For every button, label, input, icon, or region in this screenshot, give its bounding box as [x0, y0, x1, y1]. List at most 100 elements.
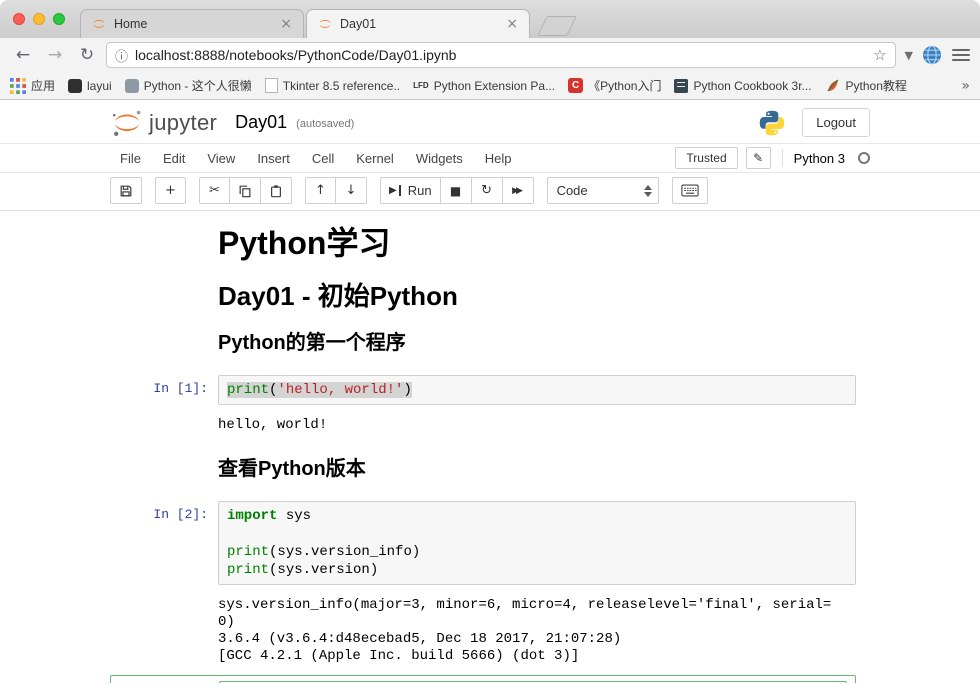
- cell-prompt: [110, 282, 218, 318]
- menu-edit[interactable]: Edit: [152, 151, 196, 166]
- keyboard-icon: [681, 184, 699, 197]
- jupyter-logo-text[interactable]: jupyter: [149, 110, 217, 136]
- window-zoom-button[interactable]: [53, 13, 65, 25]
- pencil-icon[interactable]: ✎: [746, 147, 771, 169]
- output-text: sys.version_info(major=3, minor=6, micro…: [218, 593, 836, 665]
- tab-title: Home: [114, 17, 277, 31]
- bookmark-python-blog[interactable]: Python - 这个人很懒: [125, 77, 252, 94]
- code-line: print('hello, world!'): [227, 381, 847, 399]
- tab-home[interactable]: Home ×: [80, 9, 304, 38]
- window-controls: [13, 13, 65, 25]
- output-text: hello, world!: [218, 413, 327, 434]
- bookmarks-overflow-icon[interactable]: »: [953, 78, 970, 94]
- cell-output-1: hello, world!: [110, 413, 856, 434]
- back-icon[interactable]: ←: [10, 42, 36, 68]
- bookmarks-bar: 应用 layui Python - 这个人很懒 Tkinter 8.5 refe…: [0, 72, 980, 100]
- menu-insert[interactable]: Insert: [246, 151, 301, 166]
- run-button[interactable]: ▶ Run: [380, 177, 441, 204]
- close-tab-icon[interactable]: ×: [277, 16, 295, 32]
- code-cell-1[interactable]: In [1]: print('hello, world!'): [110, 375, 856, 405]
- save-button[interactable]: [110, 177, 142, 204]
- bookmark-python-intro[interactable]: C 《Python入门: [568, 77, 661, 94]
- bookmark-python-extension[interactable]: LFD Python Extension Pa...: [413, 78, 555, 94]
- logout-button[interactable]: Logout: [802, 108, 870, 137]
- play-icon: ▶: [389, 185, 397, 196]
- floppy-save-icon: [119, 184, 133, 198]
- interrupt-kernel-button[interactable]: ■: [441, 177, 472, 204]
- jupyter-header: jupyter Day01 (autosaved) Logout: [0, 100, 980, 143]
- step-bar-icon: [399, 185, 401, 196]
- forward-icon[interactable]: →: [42, 42, 68, 68]
- browser-menu-icon[interactable]: [952, 49, 970, 61]
- cell-output-2: sys.version_info(major=3, minor=6, micro…: [110, 593, 856, 665]
- window-minimize-button[interactable]: [33, 13, 45, 25]
- download-arrow-icon[interactable]: ▼: [902, 49, 916, 62]
- new-tab-button[interactable]: [537, 16, 577, 36]
- notebook-title[interactable]: Day01: [235, 112, 287, 133]
- jupyter-favicon: [317, 16, 333, 32]
- bookmark-star-icon[interactable]: ☆: [873, 46, 886, 64]
- reload-icon[interactable]: ↻: [74, 42, 100, 68]
- copy-cell-button[interactable]: [230, 177, 261, 204]
- move-cell-up-button[interactable]: ↑: [305, 177, 336, 204]
- cut-cell-button[interactable]: ✂: [199, 177, 230, 204]
- code-input[interactable]: import sys print(sys.version_info) print…: [218, 501, 856, 585]
- tab-day01[interactable]: Day01 ×: [306, 9, 530, 38]
- markdown-cell[interactable]: Day01 - 初始Python: [110, 282, 856, 318]
- divider: [782, 149, 783, 167]
- menu-help[interactable]: Help: [474, 151, 523, 166]
- code-cell-2[interactable]: In [2]: import sys print(sys.version_inf…: [110, 501, 856, 585]
- tab-title: Day01: [340, 17, 503, 31]
- menu-widgets[interactable]: Widgets: [405, 151, 474, 166]
- close-tab-icon[interactable]: ×: [503, 16, 521, 32]
- bookmark-apps[interactable]: 应用: [10, 77, 55, 94]
- cell-prompt: [110, 225, 218, 282]
- paste-cell-button[interactable]: [261, 177, 292, 204]
- restart-run-all-button[interactable]: ▶▶: [503, 177, 534, 204]
- python-gray-favicon: [125, 79, 139, 93]
- add-cell-button[interactable]: +: [155, 177, 186, 204]
- jupyter-toolbar: + ✂ ↑ ↓ ▶ Run ■ ↻: [0, 173, 980, 211]
- book-grid-favicon: [674, 79, 688, 93]
- c-red-favicon: C: [568, 78, 583, 93]
- bookmark-layui[interactable]: layui: [68, 79, 112, 93]
- kernel-idle-icon: [858, 152, 870, 164]
- command-palette-button[interactable]: [672, 177, 708, 204]
- kernel-name: Python 3: [794, 151, 845, 166]
- code-input[interactable]: print('hello, world!'): [218, 375, 856, 405]
- cell-type-select[interactable]: Code: [547, 177, 659, 204]
- markdown-cell[interactable]: Python的第一个程序: [110, 318, 856, 375]
- move-cell-down-button[interactable]: ↓: [336, 177, 367, 204]
- globe-extension-icon[interactable]: [922, 45, 942, 65]
- selected-code-cell[interactable]: In [ ]:: [110, 675, 856, 683]
- run-label: Run: [408, 183, 432, 198]
- trusted-badge[interactable]: Trusted: [675, 147, 737, 169]
- restart-kernel-button[interactable]: ↻: [472, 177, 503, 204]
- site-info-icon[interactable]: ⓘ: [115, 46, 128, 65]
- code-input[interactable]: [219, 681, 847, 683]
- url-bar[interactable]: ⓘ localhost:8888/notebooks/PythonCode/Da…: [106, 42, 896, 68]
- window-close-button[interactable]: [13, 13, 25, 25]
- menu-cell[interactable]: Cell: [301, 151, 345, 166]
- cell-prompt: [110, 318, 218, 375]
- menu-view[interactable]: View: [196, 151, 246, 166]
- markdown-cell[interactable]: Python学习: [110, 225, 856, 282]
- markdown-cell[interactable]: 查看Python版本: [110, 444, 856, 501]
- arrow-up-icon: ↑: [315, 183, 326, 198]
- stop-icon: ■: [450, 184, 461, 198]
- bookmark-python-cookbook[interactable]: Python Cookbook 3r...: [674, 79, 811, 93]
- bookmark-python-tutorial[interactable]: Python教程: [825, 77, 907, 94]
- cell-prompt: [110, 444, 218, 501]
- window-titlebar: Home × Day01 ×: [0, 0, 980, 38]
- menu-file[interactable]: File: [110, 151, 152, 166]
- menu-kernel[interactable]: Kernel: [345, 151, 405, 166]
- layui-favicon: [68, 79, 82, 93]
- bookmark-tkinter-reference[interactable]: Tkinter 8.5 reference..: [265, 78, 400, 93]
- output-prompt: [110, 593, 218, 665]
- browser-toolbar: ← → ↻ ⓘ localhost:8888/notebooks/PythonC…: [0, 38, 980, 72]
- heading-python-study: Python学习: [218, 225, 856, 262]
- apps-grid-icon: [10, 78, 26, 94]
- jupyter-logo-icon[interactable]: [110, 109, 144, 137]
- url-text[interactable]: localhost:8888/notebooks/PythonCode/Day0…: [135, 47, 866, 63]
- restart-icon: ↻: [481, 183, 492, 198]
